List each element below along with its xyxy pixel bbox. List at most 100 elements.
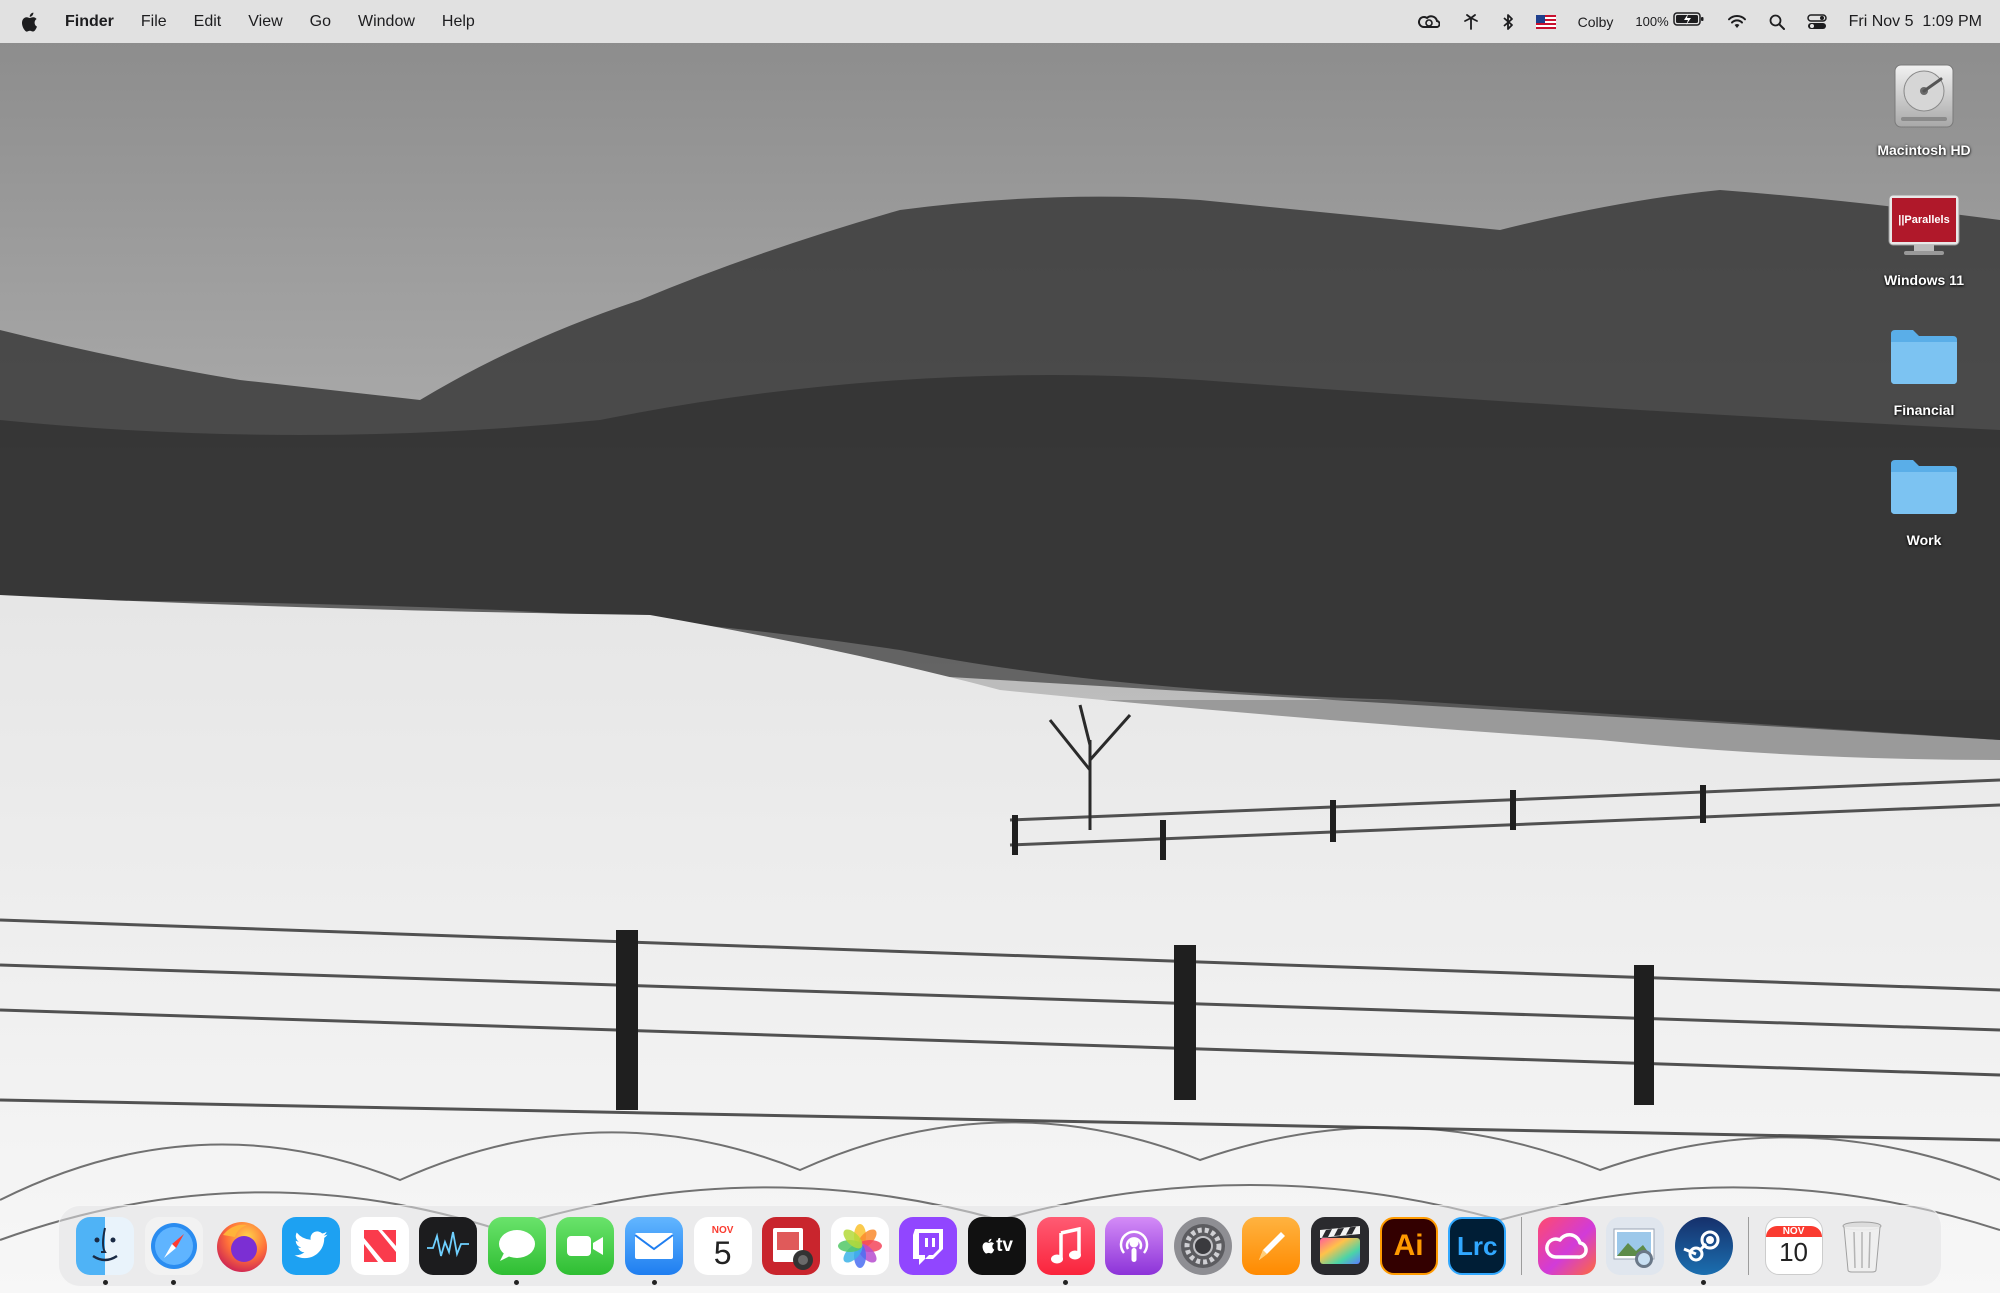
- menu-view[interactable]: View: [248, 13, 282, 31]
- desktop-icon-label: Windows 11: [1883, 272, 1964, 288]
- menu-bar-clock[interactable]: Fri Nov 5 1:09 PM: [1849, 13, 1982, 31]
- battery-percent: 100%: [1635, 14, 1669, 29]
- menu-window[interactable]: Window: [358, 13, 415, 31]
- safari-compass-icon: [150, 1223, 197, 1269]
- preview-icon: [1613, 1228, 1655, 1268]
- running-indicator: [1063, 1280, 1069, 1285]
- dock-calendar[interactable]: NOV 5: [693, 1217, 752, 1275]
- dock-calendar-document[interactable]: NOV 10: [1764, 1217, 1823, 1275]
- menu-help[interactable]: Help: [442, 13, 475, 31]
- dock-photos[interactable]: [830, 1217, 889, 1275]
- running-indicator: [1701, 1280, 1707, 1285]
- desktop-icon-macintosh-hd[interactable]: Macintosh HD: [1854, 54, 1994, 158]
- desktop-wallpaper: [0, 0, 2000, 1293]
- desktop-icon-label: Macintosh HD: [1877, 142, 1971, 158]
- dock-firefox[interactable]: [213, 1217, 271, 1275]
- running-indicator: [651, 1280, 657, 1285]
- dock-steam[interactable]: [1674, 1217, 1733, 1285]
- dock-system-preferences[interactable]: [1173, 1217, 1232, 1275]
- apple-tv-logo-icon: tv: [981, 1235, 1013, 1257]
- bluetooth-icon[interactable]: [1502, 13, 1514, 31]
- menu-bar-left: Finder File Edit View Go Window Help: [20, 0, 502, 43]
- twitch-icon: [913, 1229, 944, 1265]
- dock-separator: [1748, 1217, 1750, 1275]
- menu-go[interactable]: Go: [310, 13, 331, 31]
- lightroom-lrc-icon: Lrc: [1456, 1230, 1498, 1261]
- menu-bar-status: Colby 100% Fri Nov 5 1:09 PM: [1396, 0, 1982, 43]
- illustrator-ai-icon: Ai: [1393, 1229, 1424, 1262]
- calendar-doc-month: NOV: [1765, 1225, 1822, 1237]
- input-source-us-flag-icon[interactable]: [1535, 14, 1556, 29]
- dock-news[interactable]: [350, 1217, 409, 1275]
- news-icon: [363, 1230, 396, 1262]
- dock-music[interactable]: [1036, 1217, 1095, 1285]
- music-note-icon: [1050, 1227, 1081, 1264]
- desktop-icon-work[interactable]: Work: [1854, 444, 1994, 548]
- dock-creative-cloud[interactable]: [1537, 1217, 1596, 1275]
- dock-apple-tv[interactable]: tv: [968, 1217, 1027, 1275]
- menu-bar: Finder File Edit View Go Window Help Col…: [0, 0, 2000, 43]
- desktop-icon-financial[interactable]: Financial: [1854, 314, 1994, 418]
- dock-podcasts[interactable]: [1105, 1217, 1164, 1275]
- active-app-name[interactable]: Finder: [65, 13, 114, 31]
- creative-cloud-status-icon[interactable]: [1417, 14, 1440, 30]
- folder-icon: [1882, 314, 1966, 398]
- control-center-icon[interactable]: [1806, 13, 1827, 30]
- video-camera-icon: [567, 1236, 604, 1256]
- menu-edit[interactable]: Edit: [194, 13, 222, 31]
- dock-adobe-illustrator[interactable]: Ai: [1379, 1217, 1438, 1275]
- battery-status[interactable]: 100%: [1635, 11, 1704, 32]
- dock-finder[interactable]: [76, 1217, 135, 1285]
- dock-activity-monitor[interactable]: [419, 1217, 478, 1275]
- spotlight-search-icon[interactable]: [1769, 14, 1785, 30]
- dock-pages[interactable]: [1242, 1217, 1301, 1275]
- dock-trash[interactable]: [1833, 1217, 1891, 1275]
- desktop-icon-label: Financial: [1893, 402, 1955, 418]
- parallels-badge-text: ||Parallels: [1898, 214, 1950, 226]
- running-indicator: [514, 1280, 520, 1285]
- twitter-bird-icon: [294, 1231, 328, 1259]
- dock-photo-booth[interactable]: [762, 1217, 821, 1275]
- dock: NOV 5 tv Ai Lrc NOV 10: [58, 1205, 1942, 1287]
- apple-menu-icon[interactable]: [20, 12, 38, 32]
- desktop-icon-windows-11[interactable]: ||Parallels Windows 11: [1854, 184, 1994, 288]
- dock-preview[interactable]: [1606, 1217, 1665, 1275]
- wifi-icon[interactable]: [1727, 14, 1747, 30]
- running-indicator: [102, 1280, 108, 1285]
- running-indicator: [171, 1280, 177, 1285]
- palm-tree-icon[interactable]: [1462, 13, 1480, 30]
- creative-cloud-icon: [1544, 1233, 1588, 1259]
- calendar-month: NOV: [711, 1224, 734, 1236]
- finder-icon: [92, 1227, 118, 1262]
- dock-messages[interactable]: [487, 1217, 546, 1285]
- menu-file[interactable]: File: [141, 13, 167, 31]
- photo-booth-icon: [773, 1228, 814, 1270]
- dock-facetime[interactable]: [556, 1217, 615, 1275]
- battery-charging-icon: [1672, 11, 1705, 32]
- clapperboard-icon: [1319, 1226, 1360, 1264]
- podcasts-icon: [1119, 1230, 1149, 1262]
- gear-icon: [1180, 1224, 1225, 1268]
- steam-icon: [1683, 1230, 1720, 1262]
- firefox-icon: [217, 1222, 268, 1272]
- photos-flower-icon: [837, 1224, 882, 1268]
- hard-drive-icon: [1882, 54, 1966, 138]
- dock-safari[interactable]: [144, 1217, 203, 1285]
- desktop-icon-label: Work: [1906, 532, 1942, 548]
- activity-monitor-icon: [427, 1231, 470, 1258]
- dock-separator: [1521, 1217, 1523, 1275]
- dock-twitter[interactable]: [282, 1217, 341, 1275]
- speech-bubble-icon: [498, 1230, 535, 1261]
- parallels-vm-icon: ||Parallels: [1882, 184, 1966, 268]
- dock-twitch[interactable]: [899, 1217, 958, 1275]
- dock-final-cut-pro[interactable]: [1310, 1217, 1369, 1275]
- dock-mail[interactable]: [625, 1217, 684, 1285]
- folder-icon: [1882, 444, 1966, 528]
- calendar-day: 5: [713, 1234, 732, 1271]
- user-name[interactable]: Colby: [1578, 14, 1614, 30]
- pen-icon: [1259, 1232, 1286, 1260]
- trash-can-icon: [1842, 1221, 1882, 1273]
- envelope-icon: [634, 1233, 674, 1259]
- calendar-doc-day: 10: [1779, 1236, 1808, 1267]
- dock-lightroom-classic[interactable]: Lrc: [1448, 1217, 1507, 1275]
